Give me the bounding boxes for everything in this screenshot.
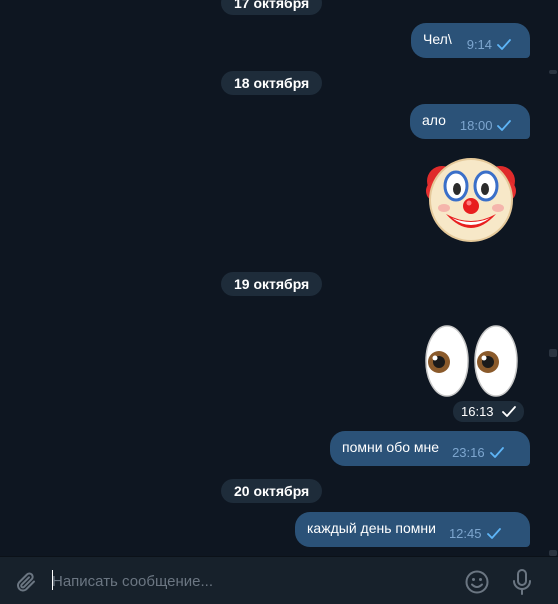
sticker-meta: 16:13 — [453, 401, 524, 422]
scrollbar[interactable] — [548, 0, 558, 556]
date-separator: 20 октября — [221, 479, 323, 503]
check-icon — [486, 528, 501, 539]
message-text: Чел\ — [423, 30, 452, 47]
message-text: ало — [422, 111, 446, 128]
message-meta: 9:14 — [467, 37, 511, 52]
message-meta: 18:00 — [460, 118, 512, 133]
message-time: 23:16 — [452, 445, 485, 460]
outgoing-message[interactable]: помни обо мне 23:16 — [330, 431, 530, 466]
date-label: 18 октября — [234, 75, 310, 91]
message-text: каждый день помни — [307, 519, 436, 536]
chat-history[interactable]: 17 октября Чел\ 9:14 18 октября ало 18:0… — [0, 0, 548, 556]
date-separator: 17 октября — [221, 0, 323, 15]
eyes-icon[interactable] — [424, 324, 520, 398]
smile-icon[interactable] — [464, 569, 490, 595]
scrollbar-thumb[interactable] — [549, 349, 557, 357]
date-label: 19 октября — [234, 276, 310, 292]
date-label: 17 октября — [234, 0, 310, 11]
clown-face-icon[interactable] — [424, 156, 518, 244]
paperclip-icon[interactable] — [14, 570, 38, 594]
message-time: 12:45 — [448, 526, 482, 541]
message-input[interactable] — [52, 567, 432, 595]
date-separator: 19 октября — [221, 272, 323, 296]
date-separator: 18 октября — [221, 71, 323, 95]
message-text: помни обо мне — [342, 438, 440, 455]
message-time: 18:00 — [459, 118, 493, 133]
message-time: 16:13 — [461, 404, 494, 419]
date-label: 20 октября — [234, 483, 310, 499]
check-icon — [497, 120, 512, 131]
microphone-icon[interactable] — [511, 568, 533, 596]
message-composer — [0, 556, 558, 604]
outgoing-message[interactable]: Чел\ 9:14 — [411, 23, 530, 58]
check-icon — [497, 39, 511, 50]
check-icon — [501, 406, 516, 417]
outgoing-message[interactable]: ало 18:00 — [410, 104, 530, 139]
scrollbar-thumb[interactable] — [549, 70, 557, 74]
message-meta: 23:16 — [452, 445, 504, 460]
check-icon — [489, 447, 504, 458]
message-meta: 12:45 — [449, 526, 501, 541]
outgoing-message[interactable]: каждый день помни 12:45 — [295, 512, 530, 547]
message-time: 9:14 — [466, 37, 493, 52]
